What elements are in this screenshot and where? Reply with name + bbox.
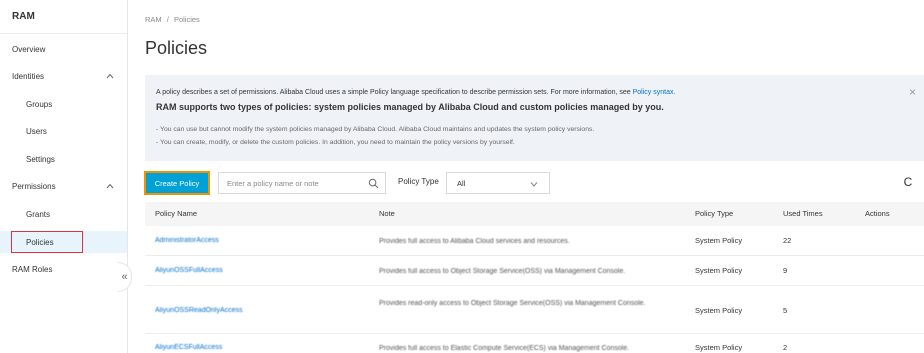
breadcrumb-root[interactable]: RAM: [145, 15, 162, 24]
used-times: 22: [783, 236, 792, 245]
search-input[interactable]: Enter a policy name or note: [218, 172, 386, 194]
policy-type: System Policy: [695, 306, 743, 315]
sidebar-item-label: Identities: [12, 71, 45, 81]
sidebar-item-grants[interactable]: Grants: [0, 204, 127, 224]
sidebar-item-label: Users: [26, 126, 47, 136]
sidebar-item-overview[interactable]: Overview: [0, 39, 127, 59]
sidebar-item-label: Settings: [26, 154, 55, 164]
chevron-down-icon: [530, 182, 538, 187]
sidebar-title: RAM: [0, 0, 127, 34]
table-row: AdministratorAccess Provides full access…: [145, 226, 924, 256]
policy-type: System Policy: [695, 343, 743, 352]
highlight-box: [11, 231, 83, 253]
table-row: AliyunOSSFullAccess Provides full access…: [145, 256, 924, 286]
breadcrumb-separator: /: [166, 15, 169, 24]
search-icon[interactable]: [368, 178, 379, 189]
sidebar-item-label: Groups: [26, 99, 53, 109]
chevron-up-icon: [106, 183, 114, 189]
policy-type-select[interactable]: All: [446, 172, 550, 194]
notice-intro: A policy describes a set of permissions.…: [156, 89, 676, 96]
table-row: AliyunOSSReadOnlyAccess Provides read-on…: [145, 286, 924, 334]
notice-headline: RAM supports two types of policies: syst…: [156, 102, 664, 112]
used-times: 5: [783, 306, 788, 315]
page-title: Policies: [145, 38, 208, 58]
policy-type: System Policy: [695, 236, 743, 245]
notice-line-2: - You can create, modify, or delete the …: [156, 139, 515, 146]
notice-line-1: - You can use but cannot modify the syst…: [156, 126, 595, 133]
used-times: 9: [783, 266, 788, 275]
policy-syntax-link[interactable]: Policy syntax.: [633, 89, 676, 96]
column-header: Note: [379, 209, 395, 218]
sidebar-item-groups[interactable]: Groups: [0, 94, 127, 114]
policy-note: Provides full access to Object Storage S…: [379, 268, 626, 275]
column-header: Actions: [865, 209, 890, 218]
info-notice: A policy describes a set of permissions.…: [145, 75, 924, 161]
breadcrumb: RAM / Policies: [145, 15, 200, 24]
double-chevron-left-icon: «: [121, 271, 128, 283]
sidebar-item-users[interactable]: Users: [0, 121, 127, 141]
policy-type-value: All: [457, 178, 466, 188]
sidebar-item-label: Grants: [26, 209, 51, 219]
refresh-icon[interactable]: C: [900, 174, 916, 190]
sidebar-item-ram-roles[interactable]: RAM Roles: [0, 259, 127, 279]
create-policy-button[interactable]: Create Policy: [144, 171, 210, 195]
policy-note: Provides read-only access to Object Stor…: [379, 300, 646, 307]
main-content: RAM / Policies Policies A policy describ…: [128, 0, 924, 353]
sidebar-item-permissions[interactable]: Permissions: [0, 176, 127, 196]
policy-type-label: Policy Type: [398, 177, 439, 186]
table-row: AliyunECSFullAccess Provides full access…: [145, 334, 924, 353]
sidebar-item-label: Permissions: [12, 181, 56, 191]
sidebar-item-label: RAM Roles: [12, 264, 53, 274]
sidebar: RAM Overview Identities Groups Users Set…: [0, 0, 128, 353]
policy-name-link[interactable]: AliyunOSSReadOnlyAccess: [155, 307, 243, 314]
used-times: 2: [783, 343, 788, 352]
sidebar-item-identities[interactable]: Identities: [0, 66, 127, 86]
policy-name-link[interactable]: AliyunOSSFullAccess: [155, 267, 223, 274]
column-header: Used Times: [783, 209, 823, 218]
sidebar-item-label: Overview: [12, 44, 46, 54]
policy-name-link[interactable]: AliyunECSFullAccess: [155, 344, 222, 351]
table-header: Policy Name Note Policy Type Used Times …: [145, 202, 924, 226]
policy-name-link[interactable]: AdministratorAccess: [155, 237, 219, 244]
policy-note: Provides full access to Elastic Compute …: [379, 345, 630, 352]
close-icon[interactable]: ×: [909, 85, 916, 99]
column-header: Policy Type: [695, 209, 734, 218]
chevron-up-icon: [106, 73, 114, 79]
column-header: Policy Name: [155, 209, 198, 218]
policy-type: System Policy: [695, 266, 743, 275]
search-placeholder: Enter a policy name or note: [227, 178, 319, 188]
policy-note: Provides full access to Alibaba Cloud se…: [379, 238, 570, 245]
breadcrumb-current: Policies: [173, 15, 200, 24]
sidebar-item-settings[interactable]: Settings: [0, 149, 127, 169]
